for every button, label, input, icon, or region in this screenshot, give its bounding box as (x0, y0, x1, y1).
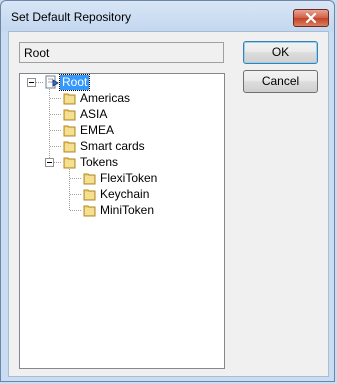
tree-node-label: EMEA (80, 122, 115, 137)
dialog-window: Set Default Repository Root OK Cancel Ro… (0, 0, 335, 382)
folder-icon (83, 205, 96, 217)
ok-button[interactable]: OK (243, 41, 318, 64)
folder-icon (63, 109, 76, 121)
folder-icon (83, 173, 96, 185)
title-bar[interactable]: Set Default Repository (1, 1, 334, 31)
cancel-button[interactable]: Cancel (243, 70, 318, 93)
tree-node-label: Smart cards (80, 138, 145, 153)
folder-icon (63, 125, 76, 137)
tree-lines (36, 82, 82, 211)
dialog-body: Root OK Cancel Root Americas ASIA EMEA S… (8, 31, 329, 377)
tree-node-asia[interactable]: ASIA (62, 106, 109, 122)
tree-node-label: ASIA (80, 106, 108, 121)
tree-node-label: FlexiToken (100, 170, 158, 185)
tree-node-tokens[interactable]: Tokens (62, 154, 120, 170)
tree-node-label: Root (58, 73, 91, 91)
folder-icon (63, 157, 76, 169)
repository-icon (45, 75, 59, 89)
close-icon (305, 13, 317, 23)
tree-node-emea[interactable]: EMEA (62, 122, 116, 138)
tree-node-flexitoken[interactable]: FlexiToken (82, 170, 159, 186)
folder-icon (63, 141, 76, 153)
tree-node-label: Keychain (100, 186, 150, 201)
close-button[interactable] (293, 9, 329, 27)
tree-node-keychain[interactable]: Keychain (82, 186, 151, 202)
tree-node-label: MiniToken (100, 202, 155, 217)
selected-path-field: Root (19, 42, 224, 63)
folder-icon (63, 93, 76, 105)
repository-tree[interactable]: Root Americas ASIA EMEA Smart cards Toke… (19, 73, 225, 369)
tree-node-smart-cards[interactable]: Smart cards (62, 138, 147, 154)
tree-node-label: Tokens (80, 154, 119, 169)
tree-node-minitoken[interactable]: MiniToken (82, 202, 156, 218)
tokens-collapse-toggle[interactable] (45, 158, 54, 167)
tree-node-root[interactable]: Root (44, 73, 91, 91)
folder-icon (83, 189, 96, 201)
tree-node-americas[interactable]: Americas (62, 90, 132, 106)
window-title: Set Default Repository (11, 10, 132, 24)
root-collapse-toggle[interactable] (27, 78, 36, 87)
tree-node-label: Americas (80, 90, 131, 105)
